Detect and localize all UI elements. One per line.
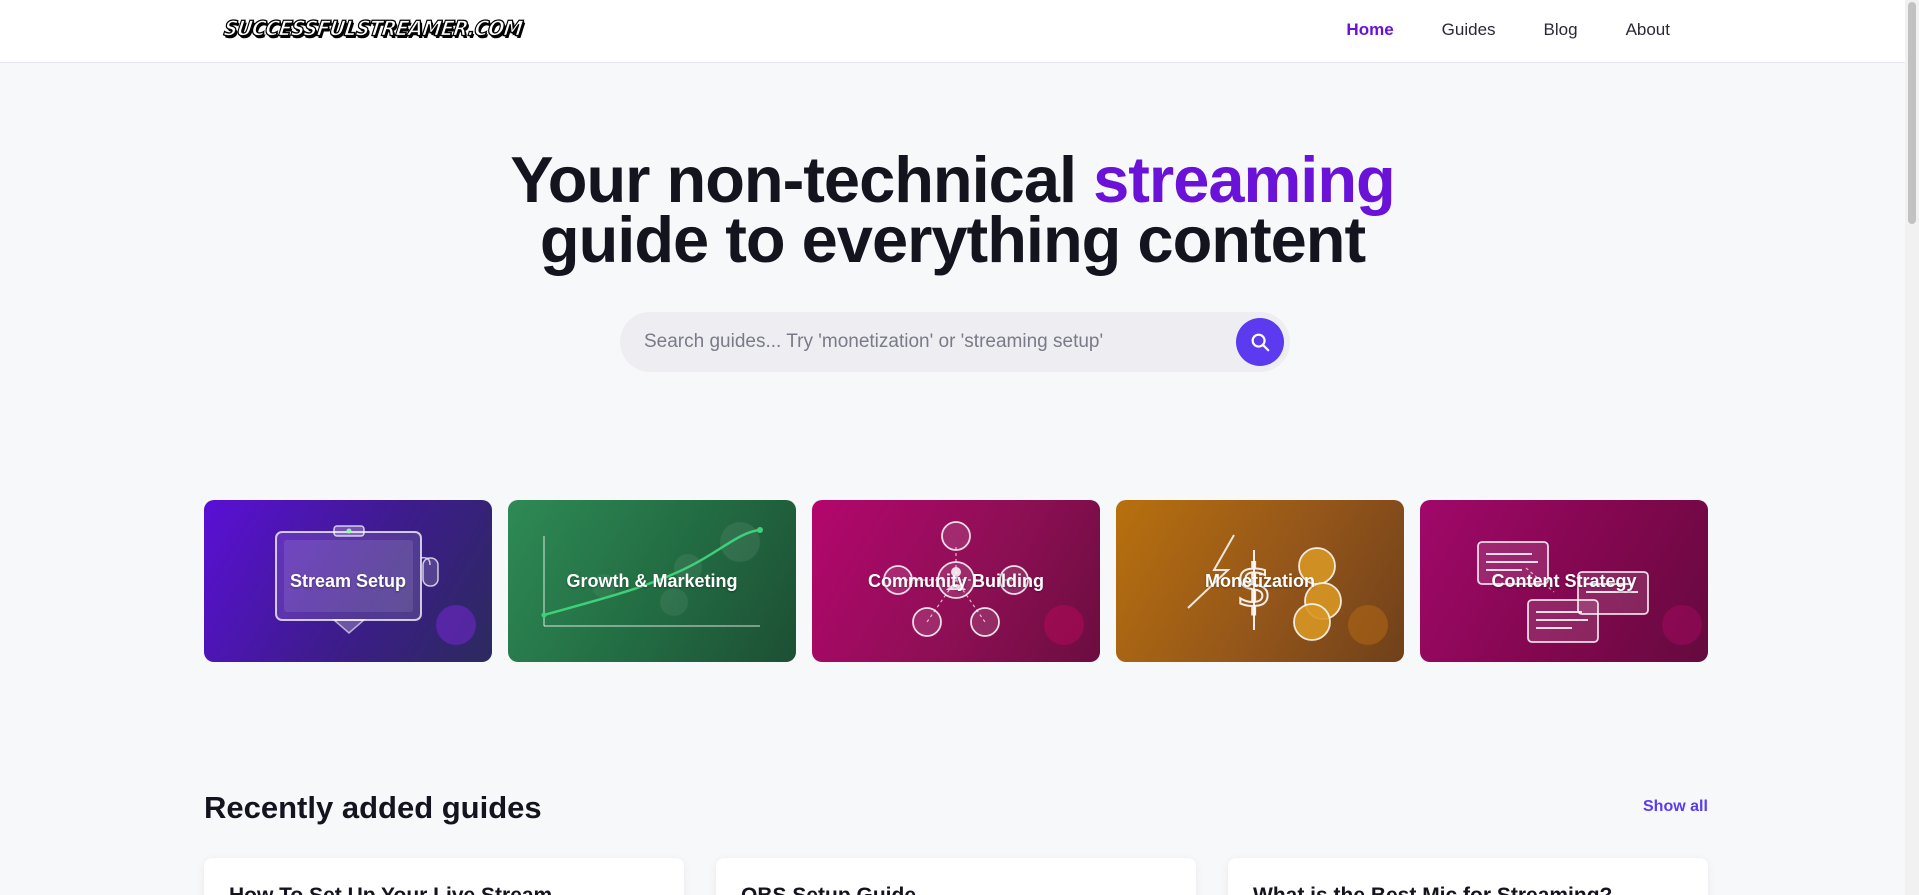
category-label: Monetization <box>1205 570 1315 591</box>
guide-title: OBS Setup Guide <box>741 884 1171 895</box>
guide-title: How To Set Up Your Live Stream <box>229 884 659 895</box>
scrollbar-thumb[interactable] <box>1908 2 1916 224</box>
guide-card[interactable]: OBS Setup Guide <box>716 858 1196 895</box>
site-header: SUCCESSFULSTREAMER.COM Home Guides Blog … <box>0 0 1905 63</box>
guide-card[interactable]: What is the Best Mic for Streaming? <box>1228 858 1708 895</box>
main-nav: Home Guides Blog About <box>1346 20 1670 40</box>
search-bar <box>620 312 1290 372</box>
category-label: Growth & Marketing <box>566 570 738 591</box>
nav-about[interactable]: About <box>1626 20 1670 40</box>
category-monetization[interactable]: $ Monetization <box>1116 500 1404 662</box>
guide-title: What is the Best Mic for Streaming? <box>1253 884 1683 895</box>
category-content-strategy[interactable]: Content Strategy <box>1420 500 1708 662</box>
site-logo[interactable]: SUCCESSFULSTREAMER.COM <box>222 16 525 41</box>
hero-title-part2: guide to everything content <box>539 203 1366 276</box>
hero-section: Your non-technical streaming guide to ev… <box>0 147 1905 272</box>
search-input[interactable] <box>644 312 1204 372</box>
guide-card[interactable]: How To Set Up Your Live Stream <box>204 858 684 895</box>
nav-guides[interactable]: Guides <box>1442 20 1496 40</box>
recent-guides-heading: Recently added guides <box>204 790 542 825</box>
recent-guides-list: How To Set Up Your Live Stream OBS Setup… <box>204 858 1708 895</box>
category-label: Community Building <box>868 570 1044 591</box>
show-all-link[interactable]: Show all <box>1643 798 1708 816</box>
nav-blog[interactable]: Blog <box>1544 20 1578 40</box>
category-label: Stream Setup <box>289 570 407 591</box>
search-icon <box>1251 333 1270 352</box>
category-growth-marketing[interactable]: Growth & Marketing <box>508 500 796 662</box>
search-button[interactable] <box>1236 318 1284 366</box>
page-scrollbar[interactable] <box>1905 0 1919 895</box>
category-stream-setup[interactable]: Stream Setup <box>204 500 492 662</box>
category-label: Content Strategy <box>1491 570 1637 591</box>
nav-home[interactable]: Home <box>1346 20 1393 40</box>
hero-title: Your non-technical streaming guide to ev… <box>0 147 1905 272</box>
category-community-building[interactable]: Community Building <box>812 500 1100 662</box>
category-list: Stream Setup Growth & Marketing Communit… <box>204 500 1708 662</box>
